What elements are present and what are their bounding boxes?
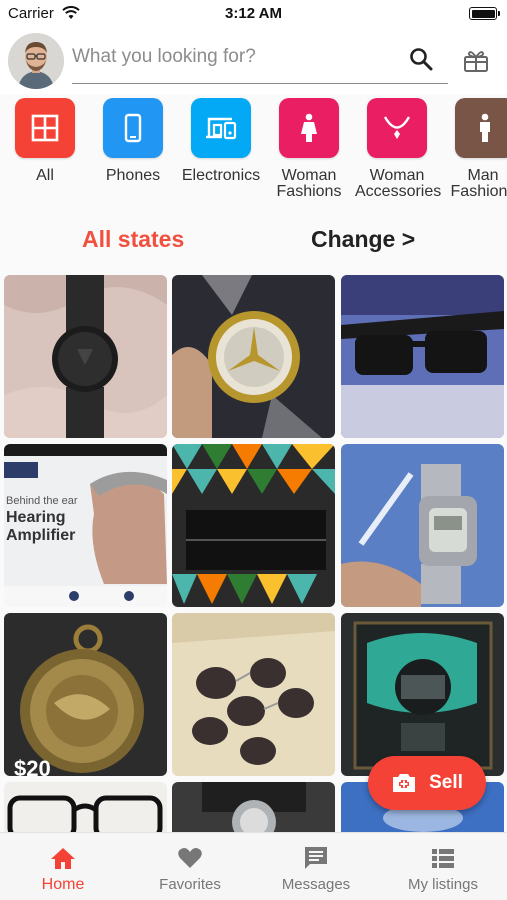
category-label: Phones [105, 167, 161, 184]
home-icon [51, 848, 75, 869]
nav-label: Messages [281, 876, 351, 893]
nav-label: My listings [407, 876, 478, 893]
nav-label: Home [41, 876, 85, 893]
header [0, 28, 507, 94]
category-phones[interactable]: Phones [91, 98, 175, 184]
listing-card[interactable] [4, 782, 167, 832]
listing-photo [341, 275, 504, 438]
listing-photo [172, 782, 335, 832]
status-bar: Carrier 3:12 AM [0, 0, 507, 28]
listing-grid: Behind the ear Hearing Amplifier $20 [0, 268, 507, 832]
devices-icon [206, 117, 237, 140]
camera-plus-icon [393, 774, 416, 792]
gift-icon[interactable] [462, 46, 490, 74]
category-all[interactable]: All [3, 98, 87, 184]
battery-icon [469, 7, 500, 20]
listing-photo [4, 782, 167, 832]
man-icon [480, 113, 490, 142]
nav-my-listings[interactable]: My listings [380, 833, 506, 900]
woman-icon [301, 113, 317, 142]
listing-price: $20 [14, 756, 51, 776]
category-tile [103, 98, 163, 158]
location-filter: All states Change > [0, 212, 507, 268]
listing-photo [172, 613, 335, 776]
necklace-icon [383, 116, 411, 139]
nav-favorites[interactable]: Favorites [127, 833, 253, 900]
sell-button[interactable]: Sell [368, 756, 486, 810]
category-tile [367, 98, 427, 158]
listing-card[interactable] [172, 275, 335, 438]
nav-home[interactable]: Home [0, 833, 126, 900]
change-location-button[interactable]: Change > [311, 226, 415, 253]
listing-card[interactable] [172, 444, 335, 607]
category-tile [279, 98, 339, 158]
nav-label: Favorites [159, 876, 221, 893]
listing-photo [341, 613, 504, 776]
listing-photo [4, 613, 167, 776]
category-label: Electronics [181, 167, 261, 184]
listing-card[interactable] [4, 275, 167, 438]
svg-text:Hearing: Hearing [6, 509, 66, 526]
listing-photo [4, 275, 167, 438]
listing-card[interactable] [341, 275, 504, 438]
listing-card[interactable] [341, 613, 504, 776]
search-bar [72, 34, 448, 84]
category-woman-fashions[interactable]: Woman Fashions [267, 98, 351, 200]
states-label: All states [82, 226, 185, 252]
svg-text:Behind the ear: Behind the ear [6, 495, 78, 507]
listing-photo [172, 444, 335, 607]
category-label: Woman Accessories [355, 167, 442, 200]
category-label: Woman Fashions [276, 167, 342, 200]
category-label: Man Fashions [450, 167, 507, 200]
category-tile [15, 98, 75, 158]
listing-card[interactable] [341, 444, 504, 607]
category-strip: All Phones Electronics Woman Fashions Wo… [0, 94, 507, 212]
category-woman-accessories[interactable]: Woman Accessories [355, 98, 442, 200]
listing-photo: Behind the ear Hearing Amplifier [4, 444, 167, 607]
listing-photo [172, 275, 335, 438]
bottom-nav: Home Favorites Messages My listings [0, 832, 507, 900]
heart-icon [178, 848, 202, 868]
message-icon [305, 847, 327, 869]
listing-card[interactable] [172, 613, 335, 776]
listing-photo [341, 444, 504, 607]
category-tile [455, 98, 507, 158]
sell-label: Sell [429, 772, 463, 793]
avatar[interactable] [8, 33, 64, 89]
clock: 3:12 AM [225, 5, 282, 22]
listing-card[interactable]: $20 [4, 613, 167, 776]
category-tile [191, 98, 251, 158]
category-man-fashions[interactable]: Man Fashions [443, 98, 507, 200]
grid-icon [31, 114, 59, 142]
avatar-image [8, 33, 64, 89]
search-icon[interactable] [408, 46, 434, 72]
listing-card[interactable] [172, 782, 335, 832]
list-icon [432, 849, 454, 868]
nav-messages[interactable]: Messages [253, 833, 379, 900]
listing-card[interactable]: Behind the ear Hearing Amplifier [4, 444, 167, 607]
category-label: All [36, 167, 54, 184]
phone-icon [124, 113, 142, 143]
svg-text:Amplifier: Amplifier [6, 527, 75, 544]
search-input[interactable] [72, 40, 392, 74]
category-electronics[interactable]: Electronics [179, 98, 263, 184]
